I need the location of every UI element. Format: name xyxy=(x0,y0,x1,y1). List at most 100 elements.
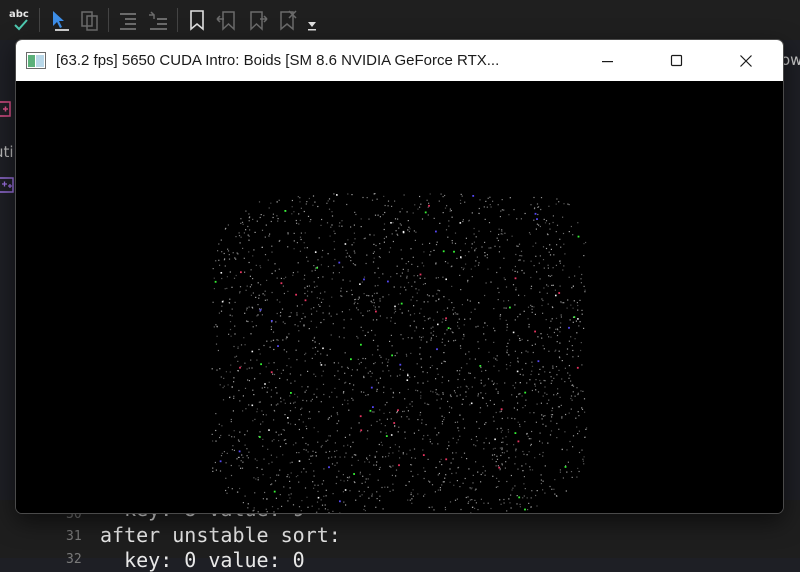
boid-particle xyxy=(357,303,358,304)
simulation-canvas[interactable] xyxy=(16,81,783,513)
boid-particle xyxy=(539,292,540,293)
boid-particle xyxy=(547,334,548,335)
boid-particle xyxy=(498,204,499,205)
boids-window[interactable]: [63.2 fps] 5650 CUDA Intro: Boids [SM 8.… xyxy=(15,39,784,514)
boid-particle xyxy=(465,243,466,244)
boid-particle xyxy=(280,446,281,447)
boid-particle xyxy=(531,431,532,432)
boid-particle xyxy=(444,310,445,311)
boid-particle xyxy=(328,512,329,513)
boid-particle xyxy=(572,350,573,351)
boid-particle xyxy=(506,308,507,309)
boid-particle xyxy=(383,214,384,215)
boid-particle xyxy=(334,249,335,250)
boid-particle xyxy=(276,475,277,476)
boid-particle xyxy=(229,435,230,436)
spell-check-button[interactable]: abc xyxy=(6,6,34,34)
boid-particle xyxy=(392,452,393,453)
boid-particle xyxy=(503,210,504,211)
boid-particle xyxy=(316,455,317,456)
boid-particle xyxy=(477,341,478,342)
window-titlebar[interactable]: [63.2 fps] 5650 CUDA Intro: Boids [SM 8.… xyxy=(16,40,783,81)
boid-particle xyxy=(246,448,247,449)
boid-particle xyxy=(449,468,450,469)
minimize-button[interactable] xyxy=(573,40,643,81)
boid-particle xyxy=(451,286,452,287)
boid-particle xyxy=(293,211,294,212)
boid-particle xyxy=(560,322,561,323)
boid-particle xyxy=(370,410,372,412)
boid-particle xyxy=(544,493,545,494)
boid-particle xyxy=(319,343,320,344)
boid-particle xyxy=(316,512,317,513)
boid-particle xyxy=(520,314,521,315)
boid-particle xyxy=(315,251,316,252)
boid-particle xyxy=(472,212,473,213)
boid-particle xyxy=(236,458,237,459)
boid-particle xyxy=(571,471,572,472)
boid-particle xyxy=(397,376,398,377)
close-button[interactable] xyxy=(711,40,781,81)
indent-button[interactable] xyxy=(114,6,142,34)
boid-particle xyxy=(238,346,239,347)
outdent-button[interactable] xyxy=(144,6,172,34)
boid-particle xyxy=(423,336,424,337)
code-line[interactable]: key: 0 value: 0 xyxy=(100,548,305,572)
boid-particle xyxy=(244,313,245,314)
code-line[interactable]: after unstable sort: xyxy=(100,523,341,547)
boid-particle xyxy=(351,194,352,195)
boid-particle xyxy=(525,363,526,364)
boid-particle xyxy=(537,207,538,208)
copy-lines-button[interactable] xyxy=(75,6,103,34)
boid-particle xyxy=(321,499,322,500)
boid-particle xyxy=(295,424,296,425)
overflow-dropdown-button[interactable] xyxy=(303,6,321,34)
boid-particle xyxy=(507,417,508,418)
boid-particle xyxy=(545,380,546,381)
boid-particle xyxy=(294,233,295,234)
boid-particle xyxy=(513,385,514,386)
boid-particle xyxy=(362,483,363,484)
boid-particle xyxy=(437,324,439,326)
boid-particle xyxy=(333,231,334,232)
boid-particle xyxy=(276,498,277,499)
boid-particle xyxy=(489,247,490,248)
boid-particle xyxy=(273,217,274,218)
bookmark-clear-button[interactable] xyxy=(273,6,301,34)
boid-particle xyxy=(435,428,436,429)
boid-particle xyxy=(465,478,466,479)
boid-particle xyxy=(498,465,499,466)
boid-particle xyxy=(247,226,248,227)
bookmark-prev-button[interactable] xyxy=(213,6,241,34)
boid-particle xyxy=(472,507,473,508)
boid-particle xyxy=(379,243,380,244)
boid-particle xyxy=(532,345,533,346)
boid-particle xyxy=(323,468,324,469)
boid-particle xyxy=(271,396,272,397)
boid-particle xyxy=(501,463,502,464)
boid-particle xyxy=(392,484,393,485)
boid-particle xyxy=(399,375,400,376)
boid-particle xyxy=(327,355,328,356)
boid-particle xyxy=(511,418,512,419)
boid-particle xyxy=(325,504,326,505)
add-panel-icon[interactable] xyxy=(0,100,15,120)
add-item-icon[interactable] xyxy=(0,176,15,196)
boid-particle xyxy=(328,435,329,436)
bookmark-button[interactable] xyxy=(183,6,211,34)
boid-particle xyxy=(502,400,503,401)
boid-particle xyxy=(390,375,391,376)
boid-particle xyxy=(496,461,497,462)
boid-particle xyxy=(258,349,259,350)
boid-particle xyxy=(570,398,571,399)
boid-particle xyxy=(396,412,397,413)
boid-particle xyxy=(240,242,241,243)
boid-particle xyxy=(411,337,412,338)
select-cursor-button[interactable] xyxy=(45,6,73,34)
boid-particle xyxy=(493,384,494,385)
boid-particle xyxy=(273,214,274,215)
boid-particle xyxy=(485,201,486,202)
maximize-button[interactable] xyxy=(642,40,712,81)
bookmark-next-button[interactable] xyxy=(243,6,271,34)
boid-particle xyxy=(345,382,346,383)
